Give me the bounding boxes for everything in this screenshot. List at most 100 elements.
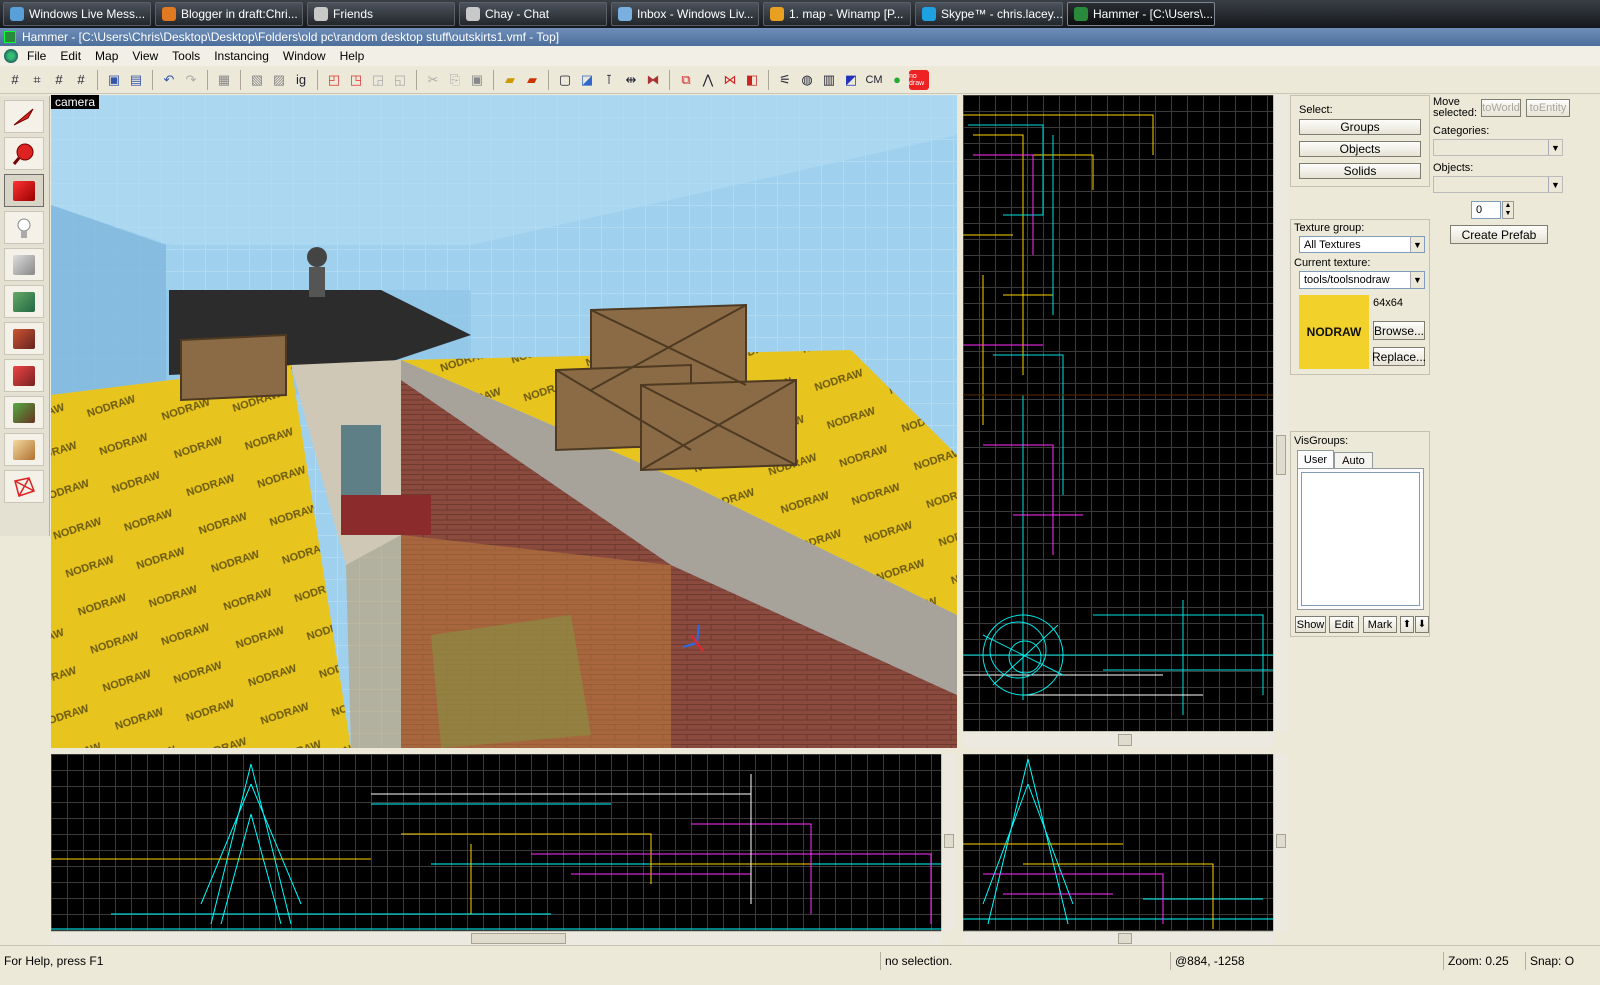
visgroup-edit-button[interactable]: Edit — [1329, 616, 1359, 633]
menu-tools[interactable]: Tools — [165, 49, 207, 63]
grid-3d-icon[interactable]: ⌗ — [27, 70, 47, 90]
brush-icon[interactable]: ⚟ — [775, 70, 795, 90]
taskbar-button[interactable]: 1. map - Winamp [P... — [763, 2, 911, 26]
selection-tool[interactable] — [4, 100, 44, 133]
top-2d-viewport[interactable] — [963, 95, 1273, 731]
texture-lock-icon[interactable]: ◲ — [368, 70, 388, 90]
menu-map[interactable]: Map — [88, 49, 125, 63]
select-groups-button[interactable]: Groups — [1299, 119, 1421, 135]
grid-larger-icon[interactable]: # — [71, 70, 91, 90]
nodraw-toggle-icon[interactable]: no draw — [909, 69, 929, 90]
taskbar-button[interactable]: Windows Live Mess... — [3, 2, 151, 26]
align-icon[interactable]: ⇹ — [621, 70, 641, 90]
scroll-thumb[interactable] — [1276, 435, 1286, 475]
select-box-icon[interactable]: ▢ — [555, 70, 575, 90]
overlay-tool[interactable] — [4, 396, 44, 429]
scale-lock-icon[interactable]: ◱ — [390, 70, 410, 90]
tab-auto[interactable]: Auto — [1334, 452, 1373, 468]
create-prefab-button[interactable]: Create Prefab — [1450, 225, 1548, 244]
magnify-tool[interactable] — [4, 137, 44, 170]
paste-icon[interactable]: ▣ — [467, 70, 487, 90]
scroll-thumb[interactable] — [1276, 834, 1286, 848]
taskbar-button[interactable]: Blogger in draft:Chri... — [155, 2, 303, 26]
tab-user[interactable]: User — [1297, 450, 1334, 468]
hide-icon[interactable]: ▧ — [247, 70, 267, 90]
taskbar-button[interactable]: Chay - Chat — [459, 2, 607, 26]
redo-icon[interactable]: ↷ — [181, 70, 201, 90]
select-tool-icon[interactable]: ◪ — [577, 70, 597, 90]
select-objects-button[interactable]: Objects — [1299, 141, 1421, 157]
scroll-thumb[interactable] — [944, 834, 954, 848]
replace-button[interactable]: Replace... — [1372, 347, 1426, 366]
visgroups-list[interactable] — [1301, 472, 1420, 606]
side-view-horizontal-scrollbar[interactable] — [963, 931, 1273, 945]
camera-viewport[interactable]: NODRAWNODRAW — [51, 95, 957, 748]
group-icon[interactable]: ▤ — [126, 70, 146, 90]
tie-entity-icon[interactable]: ◰ — [324, 70, 344, 90]
visgroup-show-button[interactable]: Show — [1295, 616, 1326, 633]
to-entity-button[interactable]: toEntity — [1526, 99, 1570, 117]
undo-icon[interactable]: ↶ — [159, 70, 179, 90]
mirror-icon[interactable]: ⧓ — [643, 70, 663, 90]
taskbar-button[interactable]: Skype™ - chris.lacey... — [915, 2, 1063, 26]
scroll-thumb[interactable] — [1118, 933, 1132, 944]
compile-icon[interactable]: ▦ — [214, 70, 234, 90]
block-tool[interactable] — [4, 248, 44, 281]
carve-icon[interactable]: ▣ — [104, 70, 124, 90]
menu-edit[interactable]: Edit — [53, 49, 88, 63]
hazard-stripes-icon[interactable]: ▰ — [500, 70, 520, 90]
front-2d-viewport[interactable] — [51, 754, 941, 931]
unhide-icon[interactable]: ▨ — [269, 70, 289, 90]
cut-icon[interactable]: ✂ — [423, 70, 443, 90]
menu-help[interactable]: Help — [333, 49, 372, 63]
entity-tool[interactable] — [4, 211, 44, 244]
texture-application-tool[interactable] — [4, 285, 44, 318]
visgroup-mark-button[interactable]: Mark — [1363, 616, 1397, 633]
clipping-tool[interactable] — [4, 433, 44, 466]
vertex-manipulation-tool[interactable] — [4, 470, 44, 503]
cordon-label[interactable]: CM — [863, 70, 885, 90]
browse-button[interactable]: Browse... — [1373, 321, 1425, 340]
prefab-count-input[interactable]: 0 — [1471, 201, 1501, 219]
apply-texture-tool[interactable] — [4, 322, 44, 355]
menu-file[interactable]: File — [20, 49, 53, 63]
grid-toggle-icon[interactable]: # — [5, 70, 25, 90]
front-view-vertical-scrollbar[interactable] — [941, 754, 956, 931]
menu-window[interactable]: Window — [276, 49, 333, 63]
top-view-vertical-scrollbar[interactable] — [1273, 95, 1288, 731]
side-2d-viewport[interactable] — [963, 754, 1273, 931]
decal-icon[interactable]: ◧ — [742, 70, 762, 90]
taskbar-button[interactable]: Friends — [307, 2, 455, 26]
clip-tool-icon[interactable]: ⋀ — [698, 70, 718, 90]
decal-tool[interactable] — [4, 359, 44, 392]
select-solids-button[interactable]: Solids — [1299, 163, 1421, 179]
taskbar-button[interactable]: Hammer - [C:\Users\... — [1067, 2, 1215, 26]
visgroup-color-icon[interactable]: ◩ — [841, 70, 861, 90]
texture-icon[interactable]: ▥ — [819, 70, 839, 90]
scroll-thumb[interactable] — [471, 933, 566, 944]
globe-icon[interactable]: ◍ — [797, 70, 817, 90]
copy-icon[interactable]: ⎘ — [445, 70, 465, 90]
side-view-vertical-scrollbar[interactable] — [1273, 754, 1288, 931]
move-up-arrow-icon[interactable]: ⬆ — [1400, 616, 1414, 633]
menu-instancing[interactable]: Instancing — [207, 49, 276, 63]
grid-smaller-icon[interactable]: # — [49, 70, 69, 90]
objects-dropdown[interactable]: ▼ — [1433, 176, 1563, 193]
taskbar-button[interactable]: Inbox - Windows Liv... — [611, 2, 759, 26]
texture-group-dropdown[interactable]: All Textures ▼ — [1299, 236, 1425, 253]
scroll-thumb[interactable] — [1118, 734, 1132, 746]
menu-view[interactable]: View — [125, 49, 165, 63]
flip-icon[interactable]: ⊺ — [599, 70, 619, 90]
document-menu-icon[interactable] — [4, 49, 18, 63]
vertex-tool-icon[interactable]: ⋈ — [720, 70, 740, 90]
front-view-horizontal-scrollbar[interactable] — [51, 931, 941, 945]
ignore-groups-icon[interactable]: ig — [291, 70, 311, 90]
categories-dropdown[interactable]: ▼ — [1433, 139, 1563, 156]
move-down-arrow-icon[interactable]: ⬇ — [1415, 616, 1429, 633]
current-texture-dropdown[interactable]: tools/toolsnodraw ▼ — [1299, 271, 1425, 289]
camera-tool[interactable] — [4, 174, 44, 207]
prefab-count-spinner[interactable]: ▲ ▼ — [1502, 201, 1514, 219]
leaf-icon[interactable]: ● — [887, 70, 907, 90]
hazard-stripes-2-icon[interactable]: ▰ — [522, 70, 542, 90]
to-world-icon[interactable]: ◳ — [346, 70, 366, 90]
